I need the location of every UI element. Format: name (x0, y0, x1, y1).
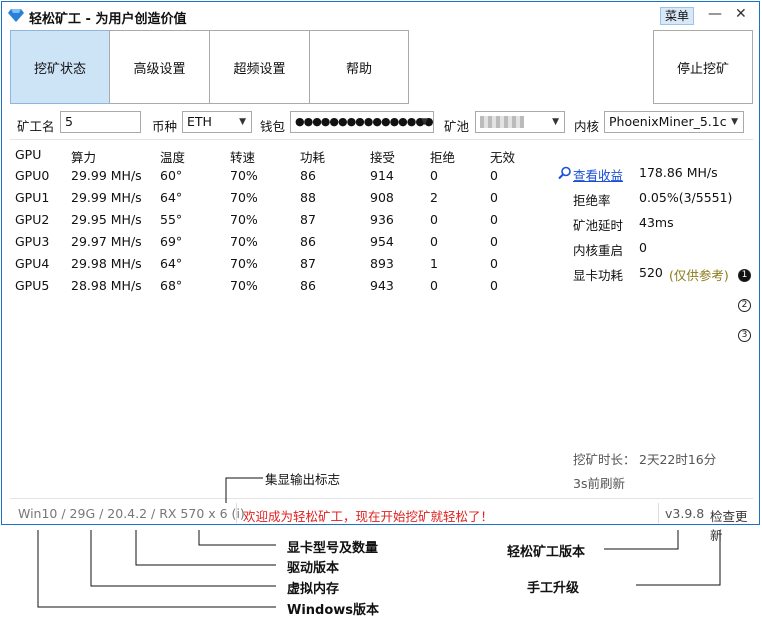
annotation-integrated-gpu: 集显输出标志 (265, 472, 341, 487)
annotation-gpu-model-count: 显卡型号及数量 (287, 541, 379, 556)
annotation-driver-version: 驱动版本 (287, 561, 340, 576)
annotation-lines (37, 477, 721, 608)
annotation-app-version: 轻松矿工版本 (507, 545, 586, 560)
annotation-windows-version: Windows版本 (287, 603, 380, 618)
annotation-manual-upgrade: 手工升级 (527, 581, 580, 596)
annotation-virtual-memory: 虚拟内存 (287, 582, 340, 597)
